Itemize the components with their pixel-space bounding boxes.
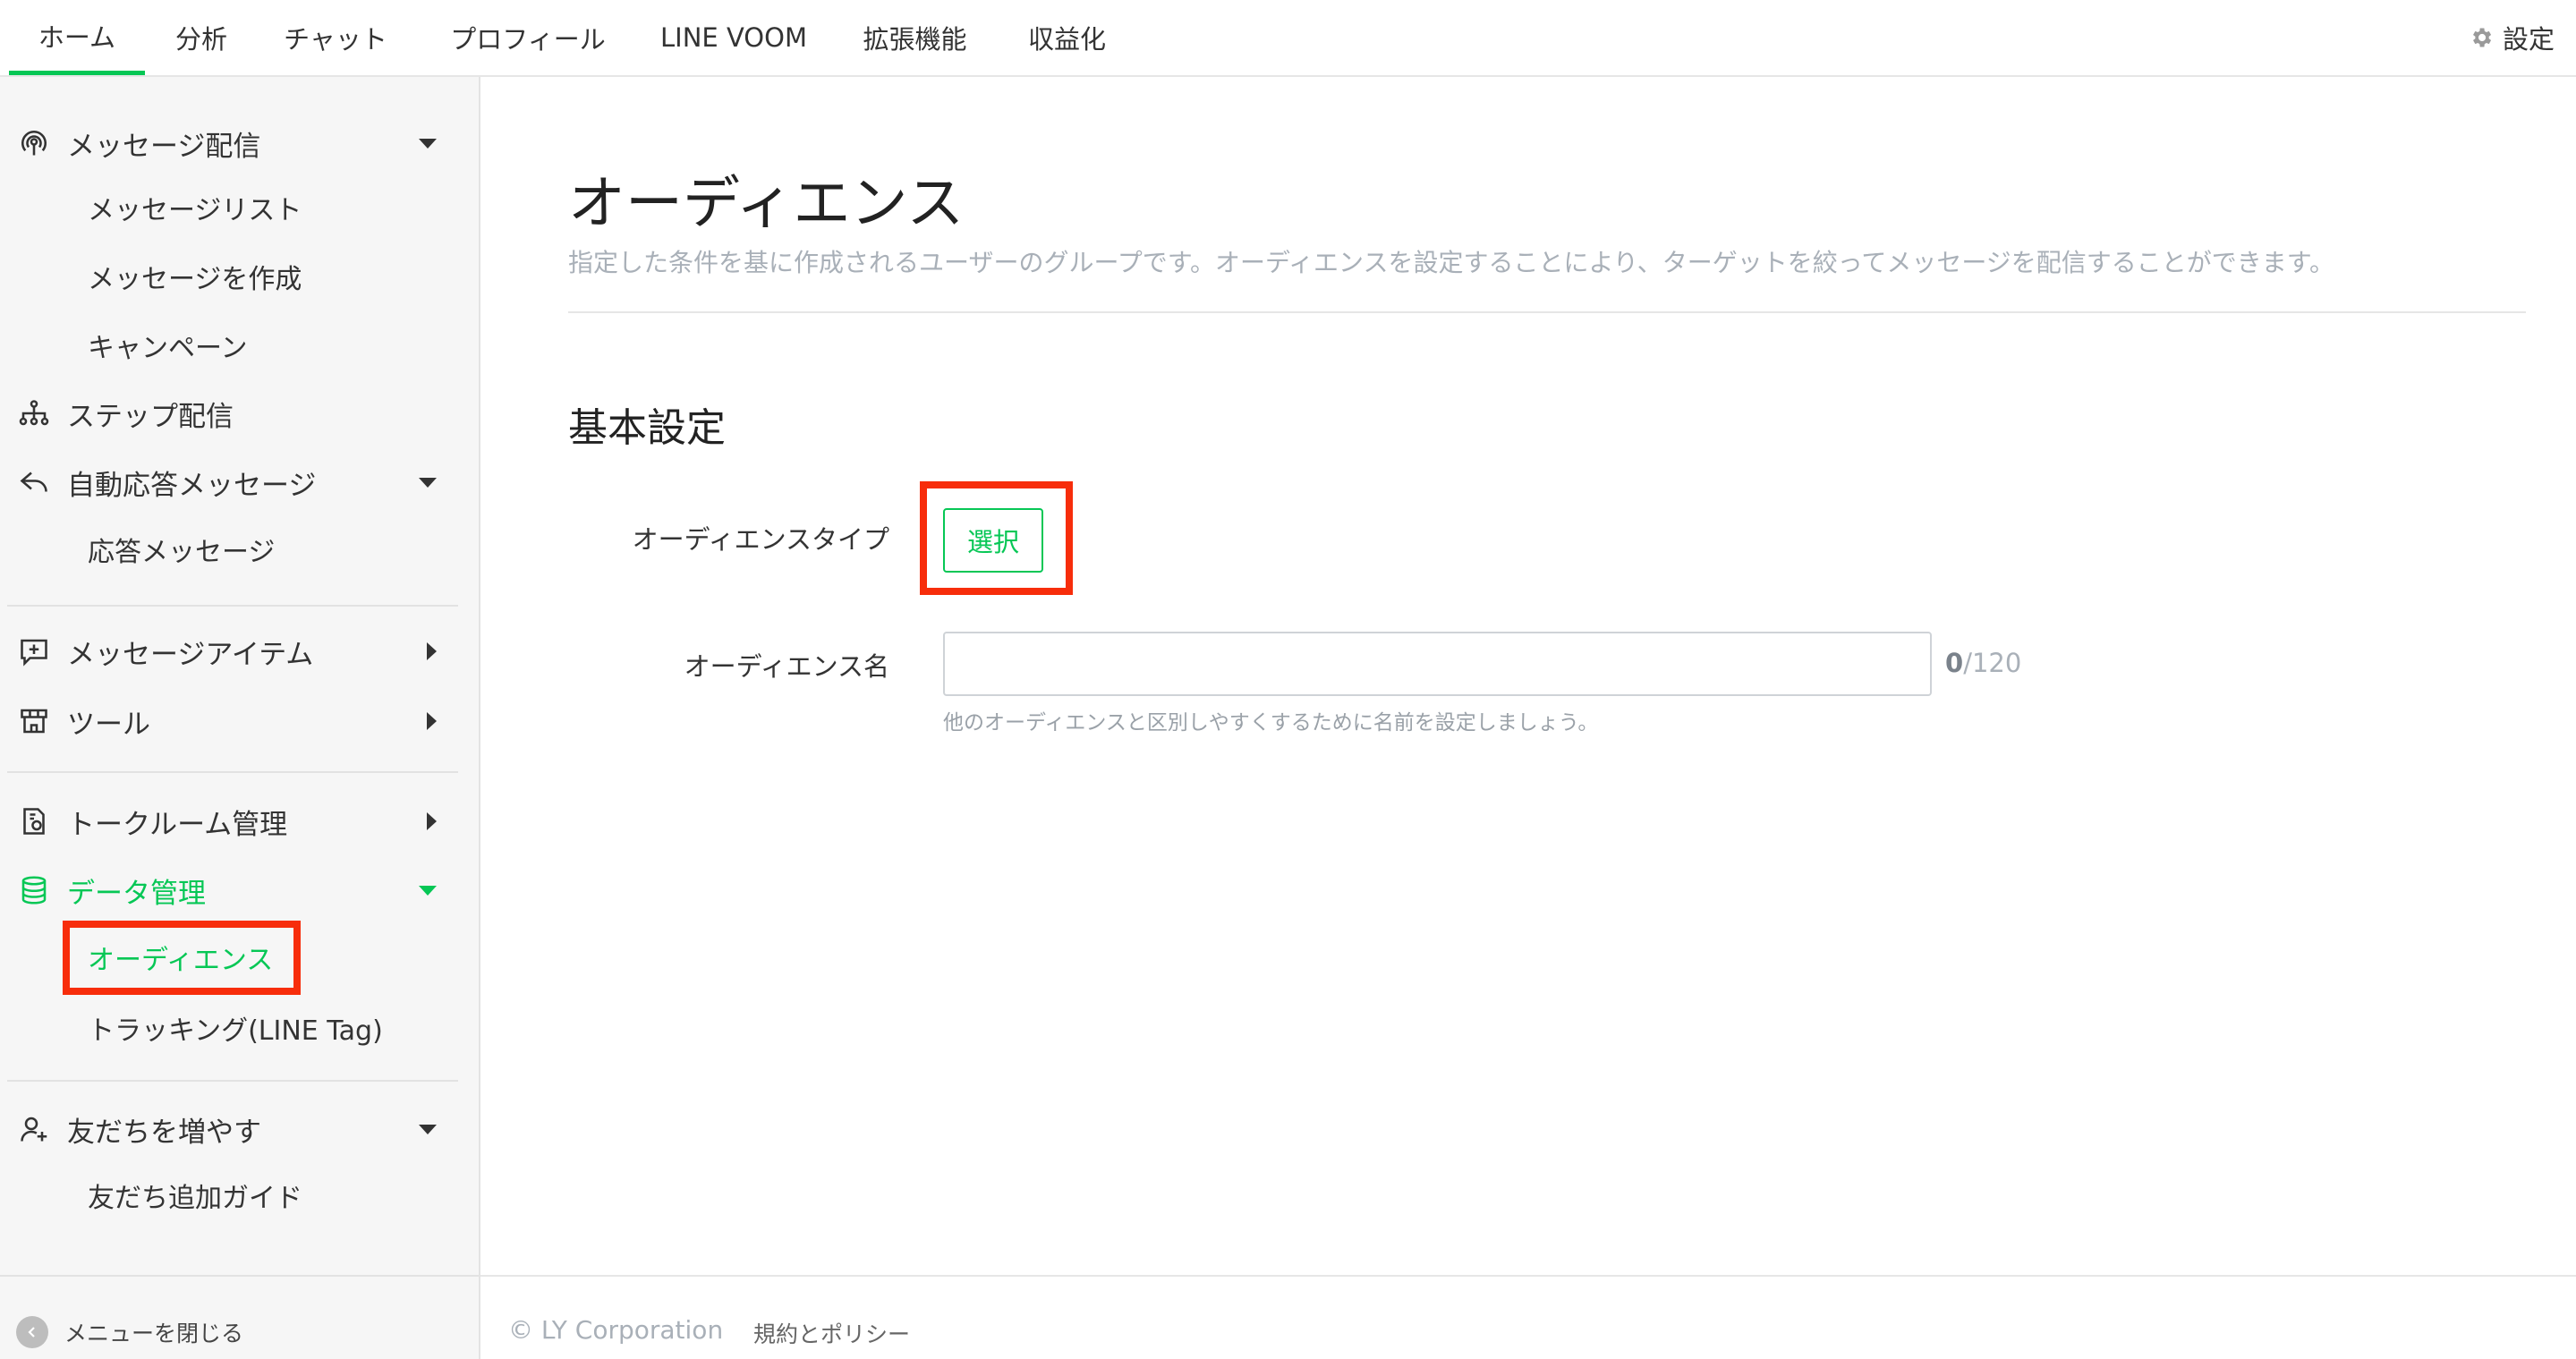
sidebar-item-label: メッセージ配信: [67, 130, 261, 163]
counter-current: 0: [1945, 648, 1964, 678]
reply-icon: [16, 464, 52, 500]
audience-name-input[interactable]: [943, 632, 1932, 696]
sidebar-item-message-items[interactable]: メッセージアイテム: [0, 623, 456, 680]
sidebar-item-friend-guide[interactable]: 友だち追加ガイド: [88, 1168, 302, 1222]
sidebar-item-audience[interactable]: オーディエンス: [88, 930, 273, 984]
sidebar-item-label: 自動応答メッセージ: [67, 469, 317, 502]
tab-extensions[interactable]: 拡張機能: [850, 0, 980, 75]
page-title: オーディエンス: [568, 171, 965, 237]
sidebar-divider: [7, 771, 458, 773]
sidebar-item-label: ステップ配信: [67, 400, 234, 433]
sidebar: メッセージ配信 メッセージリスト メッセージを作成 キャンペーン ステップ配信 …: [0, 77, 480, 1359]
sidebar-item-data-management[interactable]: データ管理: [0, 862, 456, 919]
chevron-left-icon: [16, 1316, 48, 1348]
sidebar-item-add-friends[interactable]: 友だちを増やす: [0, 1100, 456, 1158]
chevron-down-icon: [419, 477, 437, 488]
sidebar-divider: [7, 1080, 458, 1082]
copyright: © LY Corporation: [508, 1315, 724, 1345]
title-divider: [568, 311, 2526, 313]
audience-name-hint: 他のオーディエンスと区別しやすくするために名前を設定しましょう。: [943, 711, 1599, 735]
sidebar-footer-divider: [0, 1275, 479, 1277]
add-message-icon: [16, 633, 52, 669]
close-menu-label: メニューを閉じる: [64, 1321, 244, 1346]
chevron-right-icon: [427, 812, 437, 830]
settings-link[interactable]: 設定: [2469, 0, 2555, 75]
sidebar-item-auto-reply[interactable]: 自動応答メッセージ: [0, 454, 456, 511]
top-navigation: ホーム 分析 チャット プロフィール LINE VOOM 拡張機能 収益化 設定: [0, 0, 2576, 77]
sidebar-item-reply-message[interactable]: 応答メッセージ: [88, 522, 275, 576]
terms-policy-link[interactable]: 規約とポリシー: [753, 1317, 910, 1349]
footer-divider: [480, 1275, 2576, 1277]
sidebar-item-label: メッセージアイテム: [67, 638, 314, 671]
page-description: 指定した条件を基に作成されるユーザーのグループです。オーディエンスを設定すること…: [568, 248, 2335, 277]
sidebar-item-talk-room[interactable]: トークルーム管理: [0, 793, 456, 850]
sidebar-item-label: トークルーム管理: [67, 808, 288, 841]
hierarchy-icon: [16, 395, 52, 431]
close-menu-button[interactable]: メニューを閉じる: [16, 1305, 243, 1359]
broadcast-icon: [16, 125, 52, 161]
chevron-down-icon: [419, 1124, 437, 1134]
tab-home[interactable]: ホーム: [9, 0, 145, 75]
audience-type-label: オーディエンスタイプ: [632, 524, 889, 555]
sidebar-item-tracking[interactable]: トラッキング(LINE Tag): [88, 1001, 383, 1055]
sidebar-item-create-message[interactable]: メッセージを作成: [88, 250, 302, 303]
section-title: 基本設定: [568, 405, 726, 451]
sidebar-item-tools[interactable]: ツール: [0, 692, 456, 750]
chevron-right-icon: [427, 712, 437, 730]
settings-label: 設定: [2502, 24, 2555, 55]
add-friend-icon: [16, 1111, 52, 1147]
tab-chat[interactable]: チャット: [268, 0, 403, 75]
character-counter: 0/120: [1945, 648, 2021, 678]
sidebar-item-message-delivery[interactable]: メッセージ配信: [0, 115, 456, 172]
gear-icon: [2473, 28, 2492, 47]
database-icon: [16, 872, 52, 908]
sidebar-item-label: データ管理: [67, 877, 206, 910]
tab-line-voom[interactable]: LINE VOOM: [653, 0, 814, 75]
store-icon: [16, 703, 52, 739]
talk-room-icon: [16, 803, 52, 839]
sidebar-divider: [7, 605, 458, 607]
chevron-right-icon: [427, 642, 437, 660]
tab-monetization[interactable]: 収益化: [1011, 0, 1123, 75]
select-audience-type-button[interactable]: 選択: [943, 508, 1043, 573]
sidebar-item-step-delivery[interactable]: ステップ配信: [0, 385, 456, 442]
audience-name-label: オーディエンス名: [684, 651, 889, 682]
counter-max: /120: [1963, 648, 2022, 678]
tab-analytics[interactable]: 分析: [161, 0, 242, 75]
chevron-down-icon: [419, 138, 437, 149]
chevron-down-icon: [419, 885, 437, 896]
sidebar-item-campaign[interactable]: キャンペーン: [88, 319, 248, 372]
sidebar-item-label: 友だちを増やす: [67, 1116, 261, 1149]
tab-profile[interactable]: プロフィール: [438, 0, 617, 75]
sidebar-item-message-list[interactable]: メッセージリスト: [88, 181, 302, 234]
sidebar-item-label: ツール: [67, 708, 150, 741]
